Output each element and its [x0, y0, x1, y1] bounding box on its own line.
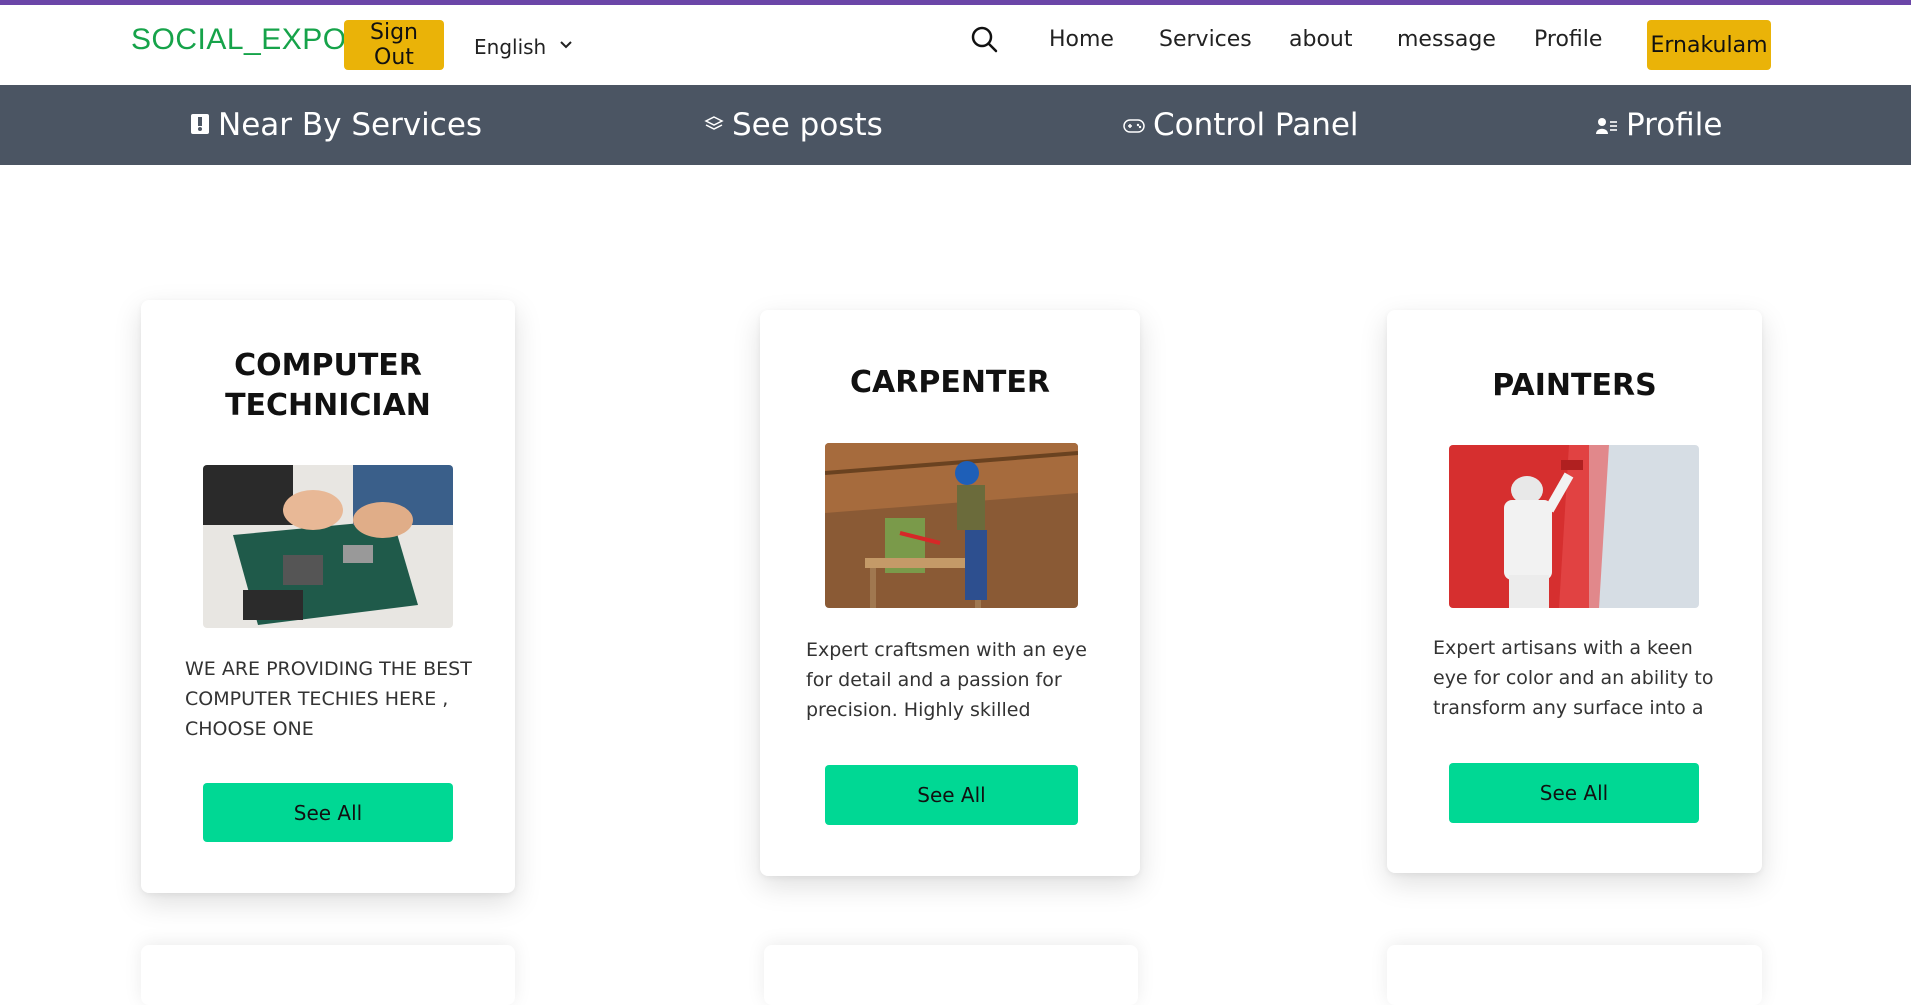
service-card-computer-technician: COMPUTER TECHNICIAN WE ARE PROVIDING THE…	[141, 300, 515, 893]
subnav-label: See posts	[732, 107, 883, 143]
id-badge-icon	[190, 107, 210, 143]
painters-image	[1449, 445, 1699, 608]
service-card-carpenter: CARPENTER Expert craftsmen with an eye f…	[760, 310, 1140, 876]
card-title: COMPUTER TECHNICIAN	[225, 348, 431, 423]
nav-services[interactable]: Services	[1159, 27, 1252, 52]
service-card-partial	[1387, 945, 1762, 1005]
chevron-down-icon	[560, 37, 572, 53]
nav-message[interactable]: message	[1397, 27, 1496, 52]
brand-logo[interactable]: SOCIAL_EXPO	[131, 23, 347, 57]
card-description: WE ARE PROVIDING THE BEST COMPUTER TECHI…	[185, 658, 472, 740]
search-icon[interactable]	[970, 25, 1000, 55]
subnav-control-panel[interactable]: Control Panel	[1123, 107, 1359, 143]
secondary-nav: Near By Services See posts Control Panel…	[0, 85, 1911, 165]
subnav-label: Near By Services	[218, 107, 483, 143]
nav-profile[interactable]: Profile	[1534, 27, 1602, 52]
card-description: Expert artisans with a keen eye for colo…	[1433, 637, 1714, 719]
card-title: PAINTERS	[1492, 368, 1657, 403]
location-button[interactable]: Ernakulam	[1647, 20, 1771, 70]
service-card-partial	[141, 945, 515, 1005]
see-all-button[interactable]: See All	[203, 783, 453, 842]
computer-technician-image	[203, 465, 453, 628]
nav-about[interactable]: about	[1289, 27, 1352, 52]
service-card-partial	[764, 945, 1138, 1005]
user-list-icon	[1596, 107, 1618, 143]
layers-icon	[704, 107, 724, 143]
subnav-profile[interactable]: Profile	[1596, 107, 1722, 143]
see-all-button[interactable]: See All	[825, 765, 1078, 825]
service-card-painters: PAINTERS Expert artisans with a keen eye…	[1387, 310, 1762, 873]
subnav-near-by-services[interactable]: Near By Services	[190, 107, 482, 143]
card-description: Expert craftsmen with an eye for detail …	[806, 639, 1087, 721]
sign-out-button[interactable]: Sign Out	[344, 20, 444, 70]
nav-home[interactable]: Home	[1049, 27, 1114, 52]
subnav-label: Control Panel	[1153, 107, 1359, 143]
language-label: English	[474, 35, 547, 59]
carpenter-image	[825, 443, 1078, 608]
gamepad-icon	[1123, 107, 1145, 143]
subnav-see-posts[interactable]: See posts	[704, 107, 883, 143]
card-title: CARPENTER	[850, 365, 1050, 400]
see-all-button[interactable]: See All	[1449, 763, 1699, 823]
top-navbar: SOCIAL_EXPO Sign Out English Home Servic…	[0, 5, 1911, 85]
language-select[interactable]: English	[474, 35, 572, 59]
subnav-label: Profile	[1626, 107, 1723, 143]
